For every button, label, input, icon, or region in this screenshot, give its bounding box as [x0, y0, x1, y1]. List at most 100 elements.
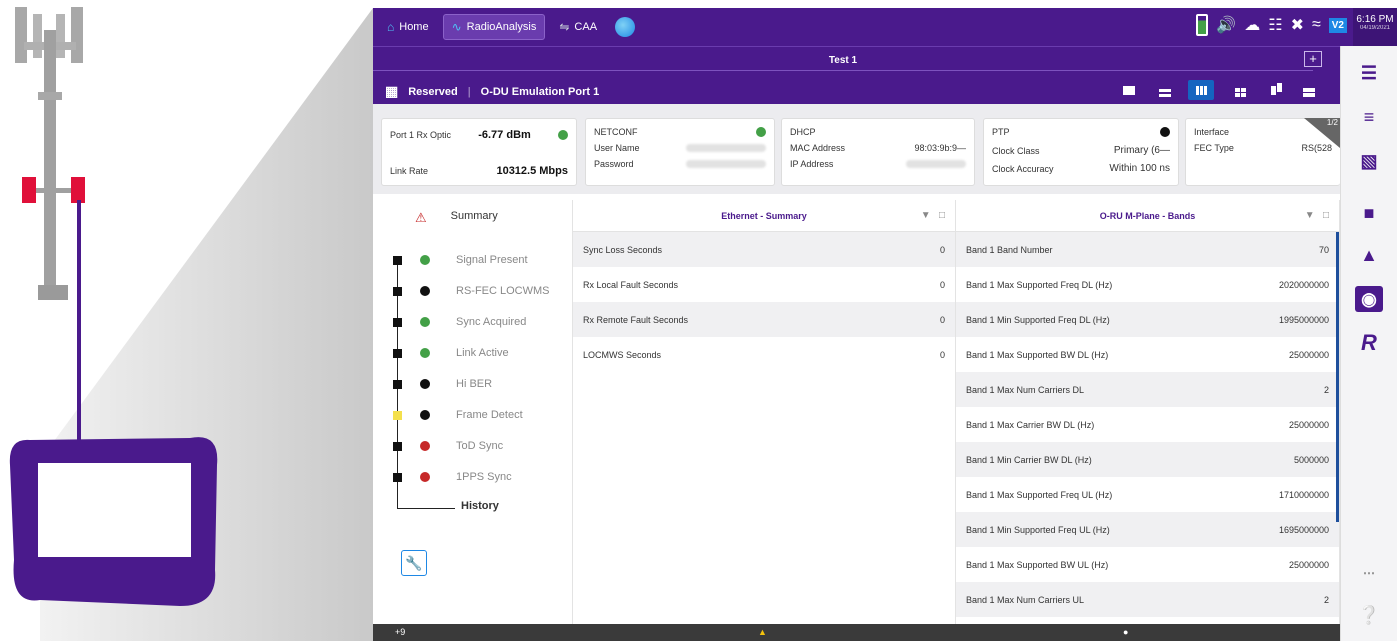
tab-label: RadioAnalysis: [466, 21, 537, 33]
table-row[interactable]: Band 1 Max Num Carriers UL 2: [956, 582, 1339, 617]
fec-label: FEC Type: [1194, 143, 1234, 153]
test-tab[interactable]: Test 1: [373, 51, 1313, 71]
password-redacted: [686, 160, 766, 168]
optic-value: -6.77 dBm: [478, 129, 531, 141]
row-value: 1695000000: [1278, 524, 1329, 535]
netconf-card[interactable]: NETCONF User Name Password: [585, 118, 775, 186]
speaker-icon[interactable]: 🔊: [1216, 15, 1236, 35]
alert-triangle-icon[interactable]: ▲: [758, 627, 767, 637]
right-sidebar: ☰ ≡ ▧ ■ ▲ ◉ R ⋯ ❔: [1340, 46, 1397, 641]
bands-scrollbar[interactable]: [1336, 232, 1339, 522]
summary-item[interactable]: Link Active: [393, 345, 509, 361]
table-row[interactable]: Band 1 Max Supported BW DL (Hz) 25000000: [956, 337, 1339, 372]
table-row[interactable]: Band 1 Min Supported Freq DL (Hz) 1995000…: [956, 302, 1339, 337]
row-value: 70: [1318, 244, 1329, 255]
help-icon[interactable]: ❔: [1355, 602, 1383, 628]
tab-radioanalysis[interactable]: ∿ RadioAnalysis: [442, 14, 546, 40]
row-value: 0: [939, 244, 945, 255]
layout-columns-icon[interactable]: [1188, 80, 1214, 100]
tools-icon[interactable]: ✖: [1291, 15, 1304, 35]
more-icon[interactable]: ⋯: [1355, 560, 1383, 586]
breadcrumb-separator: |: [467, 85, 471, 98]
panel-controls[interactable]: ▼ □: [921, 200, 945, 232]
panel-controls[interactable]: ▼ □: [1305, 200, 1329, 232]
bands-panel: O-RU M-Plane - Bands ▼ □ Band 1 Band Num…: [956, 200, 1340, 630]
row-label: Band 1 Min Supported Freq DL (Hz): [966, 314, 1110, 325]
breadcrumb-second[interactable]: O-DU Emulation Port 1: [481, 86, 600, 98]
tab-caa[interactable]: ⇋ CAA: [551, 14, 605, 40]
ptp-card[interactable]: PTP Clock Class Primary (6— Clock Accura…: [983, 118, 1179, 186]
table-row[interactable]: Band 1 Max Supported BW UL (Hz) 25000000: [956, 547, 1339, 582]
wrench-icon[interactable]: 🔧: [401, 550, 427, 576]
layout-split-icon[interactable]: [1260, 80, 1286, 100]
summary-item-label: 1PPS Sync: [456, 471, 512, 483]
tree-node-marker: [393, 441, 402, 451]
layout-single-icon[interactable]: [1116, 80, 1142, 100]
table-row[interactable]: Band 1 Max Carrier BW DL (Hz) 25000000: [956, 407, 1339, 442]
interface-title: Interface: [1194, 127, 1230, 137]
home-icon: ⌂: [387, 20, 395, 34]
status-dot: [420, 286, 430, 296]
tree-node-marker: [393, 317, 402, 327]
row-label: Band 1 Min Supported Freq UL (Hz): [966, 524, 1110, 535]
add-tab-button[interactable]: +: [1304, 51, 1322, 67]
row-value: 2: [1323, 384, 1329, 395]
summary-item[interactable]: Hi BER: [393, 376, 492, 392]
summary-item[interactable]: Sync Acquired: [393, 314, 526, 330]
clock: 6:16 PM 04/19/2021: [1353, 8, 1397, 46]
table-row[interactable]: LOCMWS Seconds 0: [573, 337, 955, 372]
netconf-title: NETCONF: [594, 127, 638, 137]
port-card[interactable]: Port 1 Rx Optic -6.77 dBm Link Rate 1031…: [381, 118, 577, 186]
table-row[interactable]: Band 1 Max Supported Freq DL (Hz) 2020000…: [956, 267, 1339, 302]
dhcp-title: DHCP: [790, 127, 816, 137]
folder-icon[interactable]: ▲: [1355, 242, 1383, 268]
summary-item[interactable]: Frame Detect: [393, 407, 523, 423]
summary-item-label: Sync Acquired: [456, 316, 527, 328]
status-dot: [420, 410, 430, 420]
breadcrumb-first[interactable]: Reserved: [408, 86, 458, 98]
save-icon[interactable]: ■: [1355, 200, 1383, 226]
row-value: 1710000000: [1278, 489, 1329, 500]
apps-grid-icon[interactable]: ▦: [385, 83, 398, 100]
layout-quad-icon[interactable]: [1224, 80, 1250, 100]
layout-top-split-icon[interactable]: [1296, 80, 1322, 100]
cloud-icon[interactable]: ☁: [1244, 15, 1260, 35]
summary-item[interactable]: 1PPS Sync: [393, 469, 512, 485]
wifi-icon[interactable]: ≈: [1312, 16, 1321, 34]
sliders-icon[interactable]: ≡: [1355, 104, 1383, 130]
status-icons: 🔊 ☁ ☷ ✖ ≈ V2: [1196, 14, 1347, 36]
ptp-title: PTP: [992, 127, 1010, 137]
row-label: LOCMWS Seconds: [583, 349, 662, 360]
camera-icon[interactable]: ◉: [1355, 286, 1383, 312]
table-row[interactable]: Band 1 Band Number 70: [956, 232, 1339, 267]
table-row[interactable]: Rx Local Fault Seconds 0: [573, 267, 955, 302]
row-value: 2: [1323, 594, 1329, 605]
row-label: Band 1 Min Carrier BW DL (Hz): [966, 454, 1092, 465]
summary-item-label: Frame Detect: [456, 409, 523, 421]
globe-icon[interactable]: [615, 17, 636, 37]
table-row[interactable]: Band 1 Min Supported Freq UL (Hz) 1695000…: [956, 512, 1339, 547]
summary-item[interactable]: RS-FEC LOCWMS: [393, 283, 550, 299]
row-label: Rx Remote Fault Seconds: [583, 314, 689, 325]
tab-home[interactable]: ⌂ Home: [379, 14, 437, 40]
ptp-status-dot: [1160, 127, 1170, 137]
summary-item[interactable]: ToD Sync: [393, 438, 503, 454]
table-row[interactable]: Rx Remote Fault Seconds 0: [573, 302, 955, 337]
history-label[interactable]: History: [461, 500, 499, 512]
network-icon[interactable]: ☷: [1268, 15, 1282, 35]
summary-title[interactable]: Summary: [451, 210, 498, 226]
table-row[interactable]: Band 1 Min Carrier BW DL (Hz) 5000000: [956, 442, 1339, 477]
dhcp-card[interactable]: DHCP MAC Address 98:03:9b:9— IP Address: [781, 118, 975, 186]
summary-item[interactable]: Signal Present: [393, 252, 528, 268]
ip-redacted: [906, 160, 966, 168]
bottom-left-indicator[interactable]: +9: [395, 627, 405, 637]
table-row[interactable]: Band 1 Max Supported Freq UL (Hz) 1710000…: [956, 477, 1339, 512]
tree-node-marker: [393, 286, 402, 296]
layout-rows-icon[interactable]: [1152, 80, 1178, 100]
menu-icon[interactable]: ☰: [1355, 60, 1383, 86]
location-pin-icon[interactable]: ●: [1123, 627, 1128, 637]
grid-icon[interactable]: ▧: [1355, 148, 1383, 174]
table-row[interactable]: Sync Loss Seconds 0: [573, 232, 955, 267]
table-row[interactable]: Band 1 Max Num Carriers DL 2: [956, 372, 1339, 407]
r-logo-icon[interactable]: R: [1355, 330, 1383, 356]
